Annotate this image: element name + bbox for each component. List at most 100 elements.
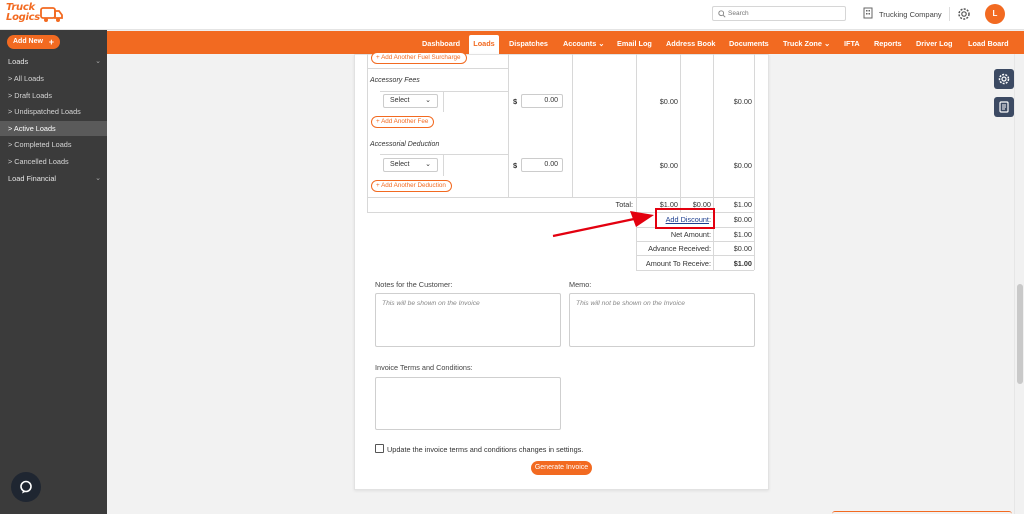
company-name[interactable]: Trucking Company [879,10,942,19]
avatar[interactable]: L [985,4,1005,24]
add-new-button[interactable]: Add New + [7,35,60,49]
search-input[interactable] [728,8,838,19]
advance-received-label: Advance Received: [648,244,711,253]
highlight-box [655,208,715,229]
nav-truck-zone[interactable]: Truck Zone ⌄ [783,39,830,48]
nav-address-book[interactable]: Address Book [666,39,715,48]
update-terms-label: Update the invoice terms and conditions … [387,445,584,454]
table-row-line [380,154,508,155]
search-icon [718,10,726,18]
chevron-down-icon: ⌄ [425,161,431,168]
total-label: Total: [615,200,633,209]
table-border-left [367,54,368,213]
table-divider [443,91,444,112]
sidebar-item-cancelled-loads[interactable]: > Cancelled Loads [0,154,107,169]
customer-notes-textarea[interactable]: This will be shown on the Invoice [375,293,561,347]
amount-to-receive-label: Amount To Receive: [645,259,711,268]
table-row-line [367,197,754,198]
add-deduction-button[interactable]: + Add Another Deduction [371,180,452,192]
table-row-line [380,91,508,92]
nav-accounts[interactable]: Accounts ⌄ [563,39,604,48]
discount-value: $0.00 [733,215,752,224]
chat-button[interactable] [11,472,41,502]
chat-icon [20,480,32,494]
header-divider [949,7,950,21]
nav-documents[interactable]: Documents [729,39,769,48]
currency-symbol: $ [513,97,518,106]
add-new-label: Add New [13,38,43,45]
memo-label: Memo: [569,280,592,289]
net-amount-value: $1.00 [733,230,752,239]
sidebar-item-active-loads[interactable]: > Active Loads [0,121,107,136]
table-border-right [754,54,755,270]
nav-ifta[interactable]: IFTA [844,39,860,48]
main-nav: Dashboard Dispatches Accounts ⌄ Email Lo… [107,31,1024,54]
total-final: $1.00 [733,200,752,209]
generate-invoice-button[interactable]: Generate Invoice [531,461,592,475]
nav-dispatches[interactable]: Dispatches [509,39,548,48]
sidebar-section-loads[interactable]: Loads ⌄ [0,55,107,69]
top-header: Truck Logics Trucking Company L [0,0,1024,30]
customer-notes-label: Notes for the Customer: [375,280,453,289]
sidebar-section-label: Load Financial [8,174,57,183]
table-row-line [636,255,754,256]
sidebar: Add New + Loads ⌄ > All Loads > Draft Loa… [0,30,107,514]
nav-loads[interactable]: Loads [469,35,499,54]
nav-load-board[interactable]: Load Board [968,39,1009,48]
table-row-line [636,241,754,242]
sidebar-section-load-financial[interactable]: Load Financial ⌄ [0,172,107,186]
search-box[interactable] [712,6,846,21]
deduction-rate: $0.00 [659,161,678,170]
deduction-total: $0.00 [733,161,752,170]
customer-notes-placeholder: This will be shown on the Invoice [382,300,480,307]
table-row-line [636,270,754,271]
table-divider [680,54,681,213]
nav-driver-log[interactable]: Driver Log [916,39,953,48]
accessory-fees-title: Accessory Fees [370,77,420,84]
settings-tool-button[interactable] [994,69,1014,89]
logo[interactable]: Truck Logics [6,3,63,27]
document-tool-icon [999,101,1009,113]
deduction-amount-input[interactable]: 0.00 [521,158,563,172]
deduction-select-value: Select [390,161,410,168]
currency-symbol: $ [513,161,518,170]
fee-amount-input[interactable]: 0.00 [521,94,563,108]
table-divider [443,155,444,176]
sidebar-item-undispatched-loads[interactable]: > Undispatched Loads [0,104,107,119]
scrollbar[interactable] [1014,54,1024,514]
chevron-down-icon: ⌄ [425,97,431,104]
memo-textarea[interactable]: This will not be shown on the Invoice [569,293,755,347]
gear-icon[interactable] [957,7,971,21]
sidebar-section-label: Loads [8,57,29,66]
table-row-line [367,68,508,69]
terms-textarea[interactable] [375,377,561,430]
building-icon [863,7,873,19]
terms-label: Invoice Terms and Conditions: [375,363,473,372]
update-terms-checkbox[interactable] [375,444,384,453]
memo-placeholder: This will not be shown on the Invoice [576,300,685,307]
arrow-annotation [552,211,654,238]
table-divider [713,54,714,270]
fee-rate: $0.00 [659,97,678,106]
fee-type-select[interactable]: Select ⌄ [383,94,438,108]
accessorial-deduction-title: Accessorial Deduction [370,141,440,148]
chevron-down-icon: ⌄ [95,175,101,182]
plus-icon: + [48,37,54,47]
truck-logo-icon [40,7,63,22]
document-tool-button[interactable] [994,97,1014,117]
amount-to-receive-value: $1.00 [733,259,752,268]
sidebar-item-draft-loads[interactable]: > Draft Loads [0,88,107,103]
nav-dashboard[interactable]: Dashboard [422,39,460,48]
fee-select-value: Select [390,97,410,104]
nav-reports[interactable]: Reports [874,39,902,48]
scrollbar-thumb[interactable] [1017,284,1023,384]
deduction-type-select[interactable]: Select ⌄ [383,158,438,172]
nav-email-log[interactable]: Email Log [617,39,652,48]
add-fee-button[interactable]: + Add Another Fee [371,116,435,128]
chevron-down-icon: ⌄ [95,58,101,65]
table-divider [508,54,509,197]
add-fuel-surcharge-button[interactable]: + Add Another Fuel Surcharge [371,52,467,64]
advance-received-value: $0.00 [733,244,752,253]
sidebar-item-completed-loads[interactable]: > Completed Loads [0,137,107,152]
sidebar-item-all-loads[interactable]: > All Loads [0,71,107,86]
